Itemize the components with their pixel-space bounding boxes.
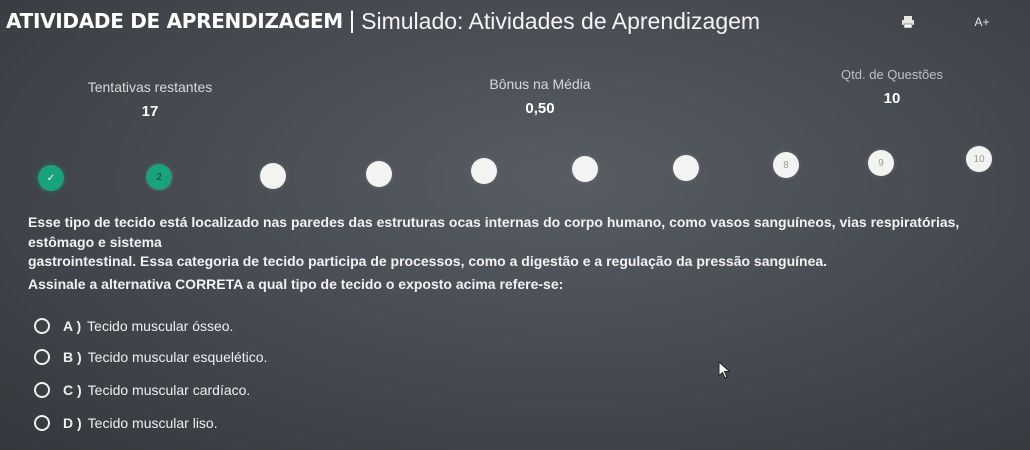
option-a-radio[interactable] xyxy=(34,318,50,334)
attempts-value: 17 xyxy=(141,103,159,120)
option-d-radio[interactable] xyxy=(34,415,50,431)
questions-stat: Qtd. de Questões 10 xyxy=(822,67,962,107)
mouse-cursor-icon xyxy=(718,361,731,379)
questions-label: Qtd. de Questões xyxy=(841,67,943,82)
bonus-value: 0,50 xyxy=(525,100,555,117)
question-step-2[interactable]: 2 xyxy=(146,164,172,190)
bonus-stat: Bônus na Média 0,50 xyxy=(470,76,610,117)
bonus-label: Bônus na Média xyxy=(489,76,591,92)
option-d-text: Tecido muscular liso. xyxy=(87,415,218,431)
option-c-text: Tecido muscular cardíaco. xyxy=(87,382,251,398)
question-step-6[interactable] xyxy=(572,156,598,182)
option-c-radio[interactable] xyxy=(34,382,50,398)
question-step-8[interactable]: 8 xyxy=(773,152,799,178)
option-b-letter: B ) xyxy=(63,349,82,365)
question-text-line-2: gastrointestinal. Essa categoria de teci… xyxy=(28,253,828,269)
question-text-line-1: Esse tipo de tecido está localizado nas … xyxy=(28,214,960,250)
page-header: ATIVIDADE DE APRENDIZAGEM | Simulado: At… xyxy=(6,6,760,36)
question-step-7[interactable] xyxy=(673,155,699,181)
option-c[interactable]: C ) Tecido muscular cardíaco. xyxy=(34,379,250,401)
option-d[interactable]: D ) Tecido muscular liso. xyxy=(34,412,218,434)
option-b-text: Tecido muscular esquelético. xyxy=(87,349,268,365)
question-step-4[interactable] xyxy=(366,161,392,187)
question-step-9[interactable]: 9 xyxy=(868,150,894,176)
attempts-label: Tentativas restantes xyxy=(87,79,213,95)
question-step-5[interactable] xyxy=(471,158,497,184)
questions-value: 10 xyxy=(883,90,901,107)
question-step-1[interactable]: ✓ xyxy=(38,165,64,191)
question-instruction: Assinale a alternativa CORRETA a qual ti… xyxy=(28,276,564,292)
title-separator: | xyxy=(348,7,356,34)
question-step-3[interactable] xyxy=(260,163,286,189)
option-b-radio[interactable] xyxy=(34,349,50,365)
option-c-letter: C ) xyxy=(63,382,82,398)
font-size-button[interactable]: A+ xyxy=(968,12,996,32)
option-d-letter: D ) xyxy=(63,415,82,431)
print-icon xyxy=(902,16,914,29)
option-a-letter: A ) xyxy=(63,318,82,334)
print-button[interactable] xyxy=(897,12,919,32)
question-step-10[interactable]: 10 xyxy=(966,146,992,172)
brand-title: ATIVIDADE DE APRENDIZAGEM xyxy=(6,9,343,33)
option-a-text: Tecido muscular ósseo. xyxy=(87,318,234,334)
page-title: Simulado: Atividades de Aprendizagem xyxy=(361,7,761,34)
attempts-stat: Tentativas restantes 17 xyxy=(80,79,220,120)
option-a[interactable]: A ) Tecido muscular ósseo. xyxy=(34,315,233,337)
option-b[interactable]: B ) Tecido muscular esquelético. xyxy=(34,346,267,368)
